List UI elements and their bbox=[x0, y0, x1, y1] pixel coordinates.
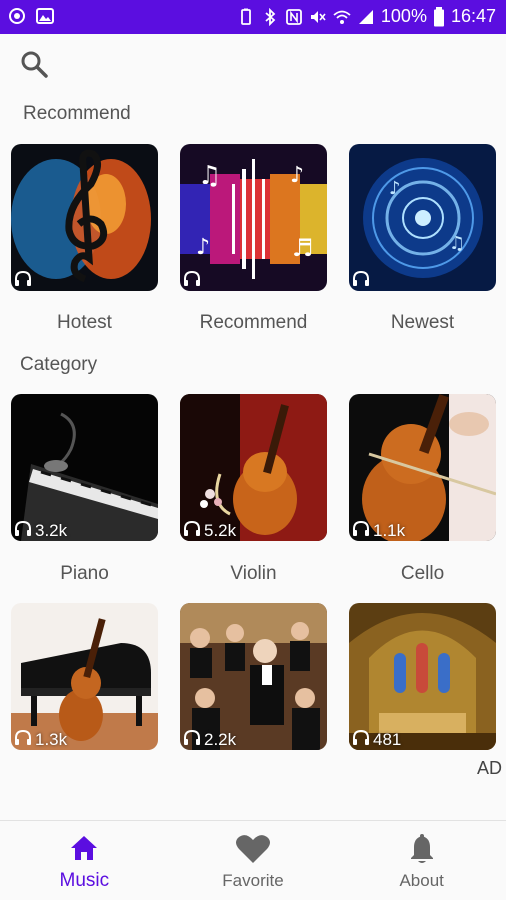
category-section-title: Category bbox=[20, 354, 98, 375]
church-interior-artwork bbox=[349, 603, 496, 750]
category-card-piano[interactable]: 3.2k bbox=[11, 394, 158, 541]
mute-icon bbox=[310, 10, 326, 23]
headphones-icon bbox=[353, 520, 369, 536]
battery-icon bbox=[433, 6, 444, 26]
search-icon[interactable] bbox=[18, 48, 50, 80]
bluetooth-icon bbox=[265, 7, 276, 26]
tab-music[interactable]: Music bbox=[0, 821, 169, 900]
headphones-icon bbox=[353, 729, 369, 745]
app-notification-icon bbox=[9, 8, 25, 24]
svg-text:♪: ♪ bbox=[290, 163, 304, 188]
category-card-orchestra[interactable]: 2.2k bbox=[180, 603, 327, 750]
listen-count: 481 bbox=[373, 730, 402, 749]
signal-icon bbox=[358, 9, 373, 24]
tab-favorite[interactable]: Favorite bbox=[169, 821, 338, 900]
listen-count: 3.2k bbox=[35, 521, 68, 540]
orchestra-conductor-artwork bbox=[180, 603, 327, 750]
category-card-violin[interactable]: 5.2k bbox=[180, 394, 327, 541]
listen-count: 5.2k bbox=[204, 521, 237, 540]
cello-artwork bbox=[349, 394, 496, 541]
category-label-piano[interactable]: Piano bbox=[11, 563, 158, 585]
tab-favorite-label: Favorite bbox=[222, 871, 284, 890]
wifi-icon bbox=[333, 10, 351, 24]
listen-count: 1.1k bbox=[373, 521, 406, 540]
battery-percent: 100% bbox=[380, 6, 427, 26]
blue-notes-swirl-artwork: ♪ ♫ bbox=[349, 144, 496, 291]
recommend-card-newest[interactable]: ♪ ♫ bbox=[349, 144, 496, 291]
headphones-icon bbox=[15, 520, 31, 536]
bell-icon bbox=[410, 834, 433, 863]
category-label-cello[interactable]: Cello bbox=[349, 563, 496, 585]
svg-text:♪: ♪ bbox=[389, 178, 401, 199]
recommend-label-recommend[interactable]: Recommend bbox=[180, 312, 327, 334]
svg-text:♪: ♪ bbox=[196, 235, 210, 260]
recommend-label-hotest[interactable]: Hotest bbox=[11, 312, 158, 334]
tab-about[interactable]: About bbox=[337, 821, 506, 900]
headphones-icon bbox=[353, 270, 369, 286]
category-card-piano-cello[interactable]: 1.3k bbox=[11, 603, 158, 750]
headphones-icon bbox=[15, 729, 31, 745]
battery-saver-icon bbox=[241, 8, 251, 25]
status-bar: 100% 16:47 bbox=[0, 0, 506, 34]
colorful-notes-artwork: ♫ ♪ ♪ ♬ bbox=[180, 144, 327, 291]
category-label-violin[interactable]: Violin bbox=[180, 563, 327, 585]
listen-count: 1.3k bbox=[35, 730, 68, 749]
fire-ice-clef-artwork bbox=[11, 144, 158, 291]
headphones-icon bbox=[184, 270, 200, 286]
category-card-cello[interactable]: 1.1k bbox=[349, 394, 496, 541]
recommend-section-title: Recommend bbox=[23, 103, 131, 124]
svg-text:♬: ♬ bbox=[292, 234, 314, 262]
headphones-icon bbox=[184, 520, 200, 536]
tab-music-label: Music bbox=[59, 870, 110, 891]
bottom-navigation: Music Favorite About bbox=[0, 820, 506, 900]
recommend-card-hotest[interactable] bbox=[11, 144, 158, 291]
recommend-card-recommend[interactable]: ♫ ♪ ♪ ♬ bbox=[180, 144, 327, 291]
grand-piano-cello-artwork bbox=[11, 603, 158, 750]
listen-count: 2.2k bbox=[204, 730, 237, 749]
nfc-icon bbox=[286, 8, 302, 25]
home-icon bbox=[71, 836, 98, 860]
headphones-icon bbox=[184, 729, 200, 745]
svg-text:♫: ♫ bbox=[449, 233, 465, 254]
violin-artwork bbox=[180, 394, 327, 541]
recommend-label-newest[interactable]: Newest bbox=[349, 312, 496, 334]
piano-keys-artwork bbox=[11, 394, 158, 541]
category-card-church[interactable]: 481 bbox=[349, 603, 496, 750]
heart-icon bbox=[236, 835, 270, 863]
svg-text:♫: ♫ bbox=[198, 161, 221, 191]
ad-label[interactable]: AD bbox=[477, 758, 502, 779]
headphones-icon bbox=[15, 270, 31, 286]
tab-about-label: About bbox=[399, 871, 444, 890]
image-notification-icon bbox=[36, 8, 54, 24]
clock: 16:47 bbox=[450, 6, 496, 26]
